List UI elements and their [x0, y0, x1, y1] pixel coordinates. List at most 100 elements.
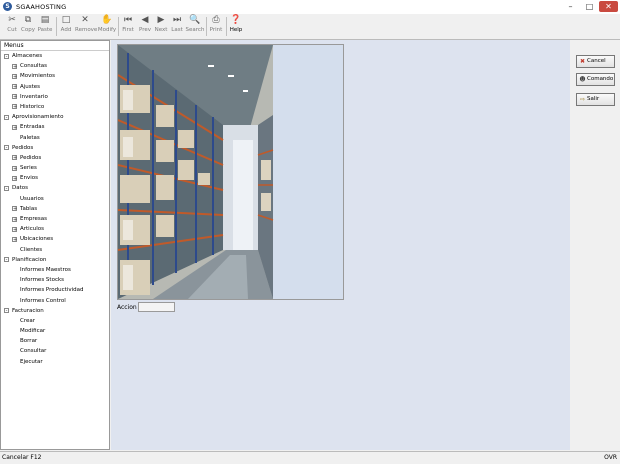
delete-x-icon: ✕ — [81, 15, 89, 25]
menu-item[interactable]: + Consultas — [1, 61, 109, 71]
menu-item-label: Tablas — [20, 205, 38, 212]
collapse-icon[interactable]: - — [4, 114, 9, 120]
menu-item[interactable]: - Almacenes — [1, 51, 109, 61]
exit-door-icon: ⇨ — [579, 96, 586, 103]
accion-input[interactable] — [138, 302, 175, 312]
expand-icon[interactable]: + — [12, 94, 17, 100]
menu-item[interactable]: - Aprovisionamiento — [1, 112, 109, 122]
menu-item[interactable]: - Facturacion — [1, 306, 109, 316]
salir-button[interactable]: ⇨ Salir — [576, 93, 615, 106]
new-document-icon: □ — [61, 15, 71, 25]
expand-icon[interactable]: + — [12, 84, 17, 90]
menu-item[interactable]: + Empresas — [1, 214, 109, 224]
menu-item-label: Pedidos — [20, 154, 42, 161]
expand-icon[interactable]: + — [12, 104, 17, 110]
menu-tree-body: - Almacenes + Consultas + Movimientos + Ajustes… — [1, 51, 109, 367]
search-button[interactable]: 🔍 Search — [184, 15, 206, 38]
menu-item-label: Almacenes — [12, 53, 43, 59]
window-title: SGAAHOSTING — [16, 3, 67, 11]
menu-item-label: Ajustes — [20, 83, 41, 90]
expand-icon[interactable]: + — [12, 165, 17, 171]
maximize-button[interactable]: □ — [580, 1, 599, 12]
menu-item-label: Planificacion — [12, 256, 47, 263]
menu-item[interactable]: Consultar — [1, 346, 109, 356]
paste-button[interactable]: ▤ Paste — [35, 15, 55, 38]
expand-icon[interactable]: + — [12, 216, 17, 222]
menu-item-label: Consultar — [20, 348, 47, 355]
minimize-button[interactable]: – — [561, 1, 580, 12]
expand-icon[interactable]: + — [12, 155, 17, 161]
menu-item-label: Informes Control — [20, 297, 66, 304]
menu-item[interactable]: + Entradas — [1, 122, 109, 132]
menu-item[interactable]: + Inventario — [1, 92, 109, 102]
menu-item-label: Movimientos — [20, 73, 56, 80]
expand-icon[interactable]: + — [12, 63, 17, 69]
remove-button[interactable]: ✕ Remove — [75, 15, 97, 38]
expand-icon[interactable]: + — [12, 124, 17, 130]
menu-item-label: Aprovisionamiento — [12, 114, 64, 121]
collapse-icon[interactable]: - — [4, 53, 9, 59]
user-command-icon: ☻ — [579, 76, 586, 83]
add-button[interactable]: □ Add — [56, 15, 76, 38]
modify-button[interactable]: ✋ Modify — [97, 15, 117, 38]
help-button[interactable]: ❓ Help — [226, 15, 246, 38]
expand-icon[interactable]: + — [12, 175, 17, 181]
menu-item-label: Ejecutar — [20, 358, 43, 365]
menu-item-label: Envios — [20, 175, 38, 182]
close-window-button[interactable]: ✕ — [599, 1, 618, 12]
print-button[interactable]: ⎙ Print — [206, 15, 226, 38]
menu-item[interactable]: + Ajustes — [1, 82, 109, 92]
collapse-icon[interactable]: - — [4, 145, 9, 151]
menu-item[interactable]: Paletas — [1, 133, 109, 143]
menu-item[interactable]: + Pedidos — [1, 153, 109, 163]
collapse-icon[interactable]: - — [4, 308, 9, 314]
menu-item[interactable]: + Articulos — [1, 224, 109, 234]
menu-item-label: Series — [20, 165, 37, 172]
menu-item[interactable]: Clientes — [1, 245, 109, 255]
menu-item[interactable]: + Envios — [1, 173, 109, 183]
menu-item[interactable]: + Series — [1, 163, 109, 173]
menu-item-label: Informes Maestros — [20, 266, 71, 273]
menu-item-label: Entradas — [20, 124, 45, 131]
menu-item-label: Borrar — [20, 338, 38, 345]
menu-item[interactable]: - Planificacion — [1, 255, 109, 265]
menu-item[interactable]: + Movimientos — [1, 71, 109, 81]
expand-icon[interactable]: + — [12, 206, 17, 212]
cancel-icon: ✖ — [579, 58, 586, 65]
menu-item[interactable]: Ejecutar — [1, 357, 109, 367]
title-bar: S SGAAHOSTING – □ ✕ — [0, 0, 620, 15]
menu-item[interactable]: Informes Control — [1, 296, 109, 306]
menu-item[interactable]: - Datos — [1, 183, 109, 193]
menu-item-label: Paletas — [20, 134, 40, 141]
collapse-icon[interactable]: - — [4, 257, 9, 263]
menu-item[interactable]: Crear — [1, 316, 109, 326]
menu-item[interactable]: - Pedidos — [1, 143, 109, 153]
expand-icon[interactable]: + — [12, 236, 17, 242]
menu-item-label: Facturacion — [12, 307, 44, 314]
menu-item[interactable]: Informes Stocks — [1, 275, 109, 285]
menu-item-label: Ubicaciones — [20, 236, 54, 243]
menu-item[interactable]: Informes Productividad — [1, 285, 109, 295]
menu-item[interactable]: Borrar — [1, 336, 109, 346]
menu-item-label: Datos — [12, 185, 28, 192]
menu-item[interactable]: + Tablas — [1, 204, 109, 214]
status-right: OVR — [604, 454, 617, 461]
menu-item-label: Inventario — [20, 93, 48, 100]
warehouse-photo — [117, 44, 344, 300]
menu-item[interactable]: + Historico — [1, 102, 109, 112]
menu-item[interactable]: + Ubicaciones — [1, 234, 109, 244]
binoculars-icon: 🔍 — [189, 15, 201, 25]
expand-icon[interactable]: + — [12, 73, 17, 79]
warehouse-photo-image — [118, 45, 274, 299]
menu-item[interactable]: Modificar — [1, 326, 109, 336]
menu-item-label: Informes Productividad — [20, 287, 84, 294]
expand-icon[interactable]: + — [12, 226, 17, 232]
menu-item-label: Empresas — [20, 216, 47, 222]
cancel-button[interactable]: ✖ Cancel — [576, 55, 615, 68]
menu-item[interactable]: Usuarios — [1, 194, 109, 204]
collapse-icon[interactable]: - — [4, 185, 9, 191]
accion-label: Accion — [117, 304, 137, 311]
menu-item-label: Usuarios — [20, 195, 44, 202]
menu-item[interactable]: Informes Maestros — [1, 265, 109, 275]
comando-button[interactable]: ☻ Comando — [576, 73, 615, 86]
